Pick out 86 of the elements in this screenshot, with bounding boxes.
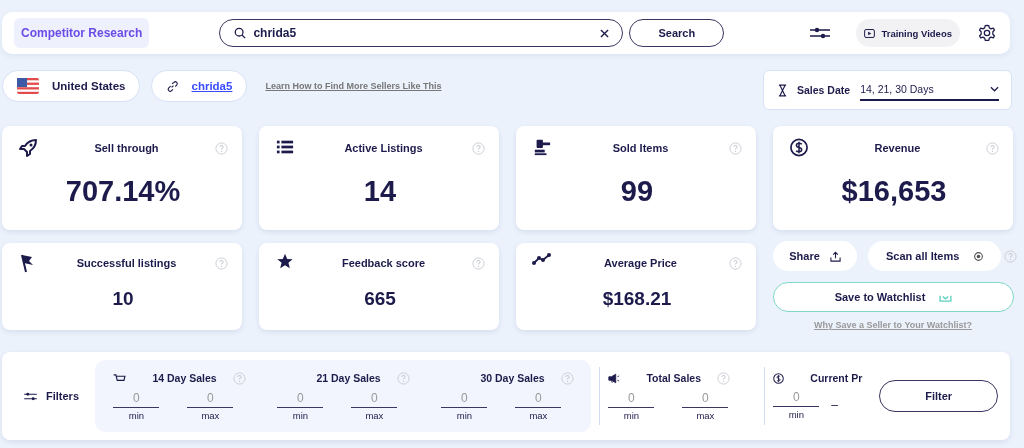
training-videos-button[interactable]: Training Videos (856, 19, 960, 47)
range-input[interactable]: 0 (682, 390, 729, 408)
range-input[interactable]: 0 (113, 390, 160, 408)
dollar-icon (773, 372, 785, 384)
trend-line-icon (532, 253, 552, 265)
sliders-icon[interactable] (810, 26, 831, 40)
gavel-icon (532, 138, 552, 156)
help-icon[interactable] (986, 142, 999, 155)
section-badge[interactable]: Competitor Research (14, 18, 150, 48)
rocket-icon (18, 138, 38, 158)
metric-title: Average Price (603, 257, 678, 269)
settings-icon[interactable] (978, 24, 996, 42)
metric-title: Feedback score (340, 257, 427, 269)
filter-label: Current Pr (810, 372, 863, 384)
range-caption: max (696, 409, 715, 421)
metric-title: Successful listings (75, 257, 178, 269)
help-icon[interactable] (215, 257, 228, 270)
filter-button[interactable]: Filter (879, 380, 998, 412)
metric-title: Sell through (93, 142, 160, 154)
range-caption: max (201, 409, 220, 421)
range-dash: – (831, 398, 839, 412)
play-icon (864, 28, 876, 38)
country-chip[interactable]: United States (2, 70, 140, 102)
link-icon (165, 79, 179, 93)
target-icon (974, 251, 984, 261)
search-icon (234, 27, 247, 39)
range-input[interactable]: 0 (351, 390, 398, 408)
metric-value: 10 (111, 288, 135, 310)
us-flag-icon (17, 78, 39, 94)
metric-value: $168.21 (601, 288, 673, 310)
range-input[interactable]: 0 (187, 390, 234, 408)
filter-label: 14 Day Sales (152, 372, 217, 384)
help-icon[interactable] (560, 371, 574, 385)
cart-icon (113, 373, 127, 383)
filter-label: Total Sales (646, 372, 702, 384)
range-input[interactable]: 0 (441, 390, 488, 408)
chevron-down-icon (990, 86, 999, 92)
help-icon[interactable] (232, 371, 246, 385)
range-caption: min (292, 409, 309, 421)
help-icon[interactable] (729, 257, 742, 270)
range-input[interactable]: 0 (773, 390, 820, 407)
metric-title: Active Listings (343, 142, 424, 154)
help-icon[interactable] (717, 371, 731, 385)
save-to-watchlist-button[interactable]: Save to Watchlist (773, 282, 1014, 312)
help-link[interactable]: Learn How to Find More Sellers Like This (265, 81, 442, 91)
help-icon[interactable] (396, 371, 410, 385)
upload-icon (829, 250, 841, 262)
range-caption: min (788, 409, 804, 420)
range-input[interactable]: 0 (515, 390, 562, 408)
share-button[interactable]: Share (773, 241, 857, 271)
metric-value: 99 (619, 175, 655, 208)
help-icon[interactable] (472, 142, 485, 155)
dollar-icon (789, 138, 809, 157)
help-icon[interactable] (729, 142, 742, 155)
sales-date-label: Sales Date (797, 84, 851, 96)
metric-title: Revenue (873, 142, 922, 154)
filters-label: Filters (46, 390, 79, 402)
sliders-icon (24, 391, 37, 401)
metric-value: 14 (362, 175, 398, 208)
range-caption: min (128, 409, 145, 421)
range-caption: max (365, 409, 384, 421)
sales-date-dropdown[interactable]: 14, 21, 30 Days (860, 79, 999, 101)
metric-value: 707.14% (64, 175, 182, 208)
star-icon (275, 253, 295, 270)
search-field[interactable]: chrida5 (219, 19, 624, 47)
hourglass-icon (778, 83, 787, 97)
metric-value: 665 (363, 288, 397, 310)
metric-title: Sold Items (611, 142, 670, 154)
seller-link[interactable]: chrida5 (191, 80, 233, 92)
help-icon[interactable] (1004, 249, 1017, 263)
scan-button[interactable]: Scan all Items (868, 241, 1001, 271)
close-icon[interactable] (600, 29, 610, 38)
country-label: United States (52, 80, 126, 92)
help-icon[interactable] (215, 142, 228, 155)
range-input[interactable]: 0 (608, 390, 655, 408)
range-caption: min (623, 409, 640, 421)
metric-value: $16,653 (840, 175, 948, 208)
filter-label: 21 Day Sales (316, 372, 381, 384)
help-icon[interactable] (472, 257, 485, 270)
list-icon (275, 138, 295, 156)
range-caption: max (529, 409, 548, 421)
range-input[interactable]: 0 (277, 390, 324, 408)
megaphone-icon (608, 372, 621, 384)
search-button[interactable]: Search (629, 19, 725, 47)
range-caption: min (456, 409, 473, 421)
filter-label: 30 Day Sales (480, 372, 545, 384)
